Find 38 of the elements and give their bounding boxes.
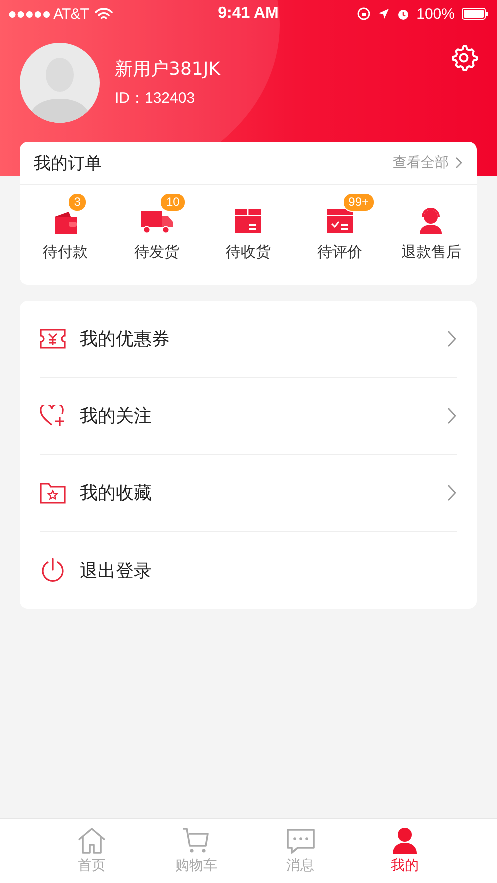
count-badge: 10 [160,193,186,212]
menu-item[interactable]: 我的关注 [40,378,457,455]
battery-text: 100% [416,6,455,22]
count-badge: 3 [68,193,87,212]
wifi-icon [94,8,113,20]
menu-item[interactable]: 我的收藏 [40,455,457,532]
heart-plus-icon [40,405,66,427]
order-status-button[interactable]: 3 待付款 [24,189,107,262]
count-badge: 99+ [342,193,376,212]
alarm-icon [396,8,410,20]
clock-text: 9:41 AM [218,5,279,23]
order-status-button[interactable]: 99+ 待评价 [298,189,381,262]
order-status-button[interactable]: 10 待发货 [116,189,198,262]
order-status-button[interactable]: 退款售后 [390,189,472,262]
wallet-icon [52,211,79,235]
box-icon [234,207,262,235]
carrier-text: ●●●●● AT&T [8,6,89,22]
coupon-icon [40,329,66,349]
order-status-button[interactable]: 待收货 [207,189,290,262]
folder-star-icon [40,482,66,504]
headset-person-icon [418,207,444,235]
menu-item[interactable]: 退出登录 [40,532,457,609]
battery-icon [462,8,489,20]
tab[interactable]: 我的 [352,819,457,883]
power-icon [40,558,66,584]
chevron-icon [455,157,463,169]
home-icon [77,827,108,855]
truck-icon [140,209,174,235]
cart-icon [181,827,212,855]
user-id: ID：132403 [115,89,196,108]
checklist-box-icon [326,207,354,235]
menu-item[interactable]: 我的优惠券 [40,301,457,378]
settings-icon[interactable] [449,43,479,73]
location-icon [378,8,390,20]
username: 新用户381JK [115,58,220,81]
orders-title: 我的订单 [34,152,102,174]
rotation-lock-icon [356,7,371,21]
message-icon [286,827,316,855]
